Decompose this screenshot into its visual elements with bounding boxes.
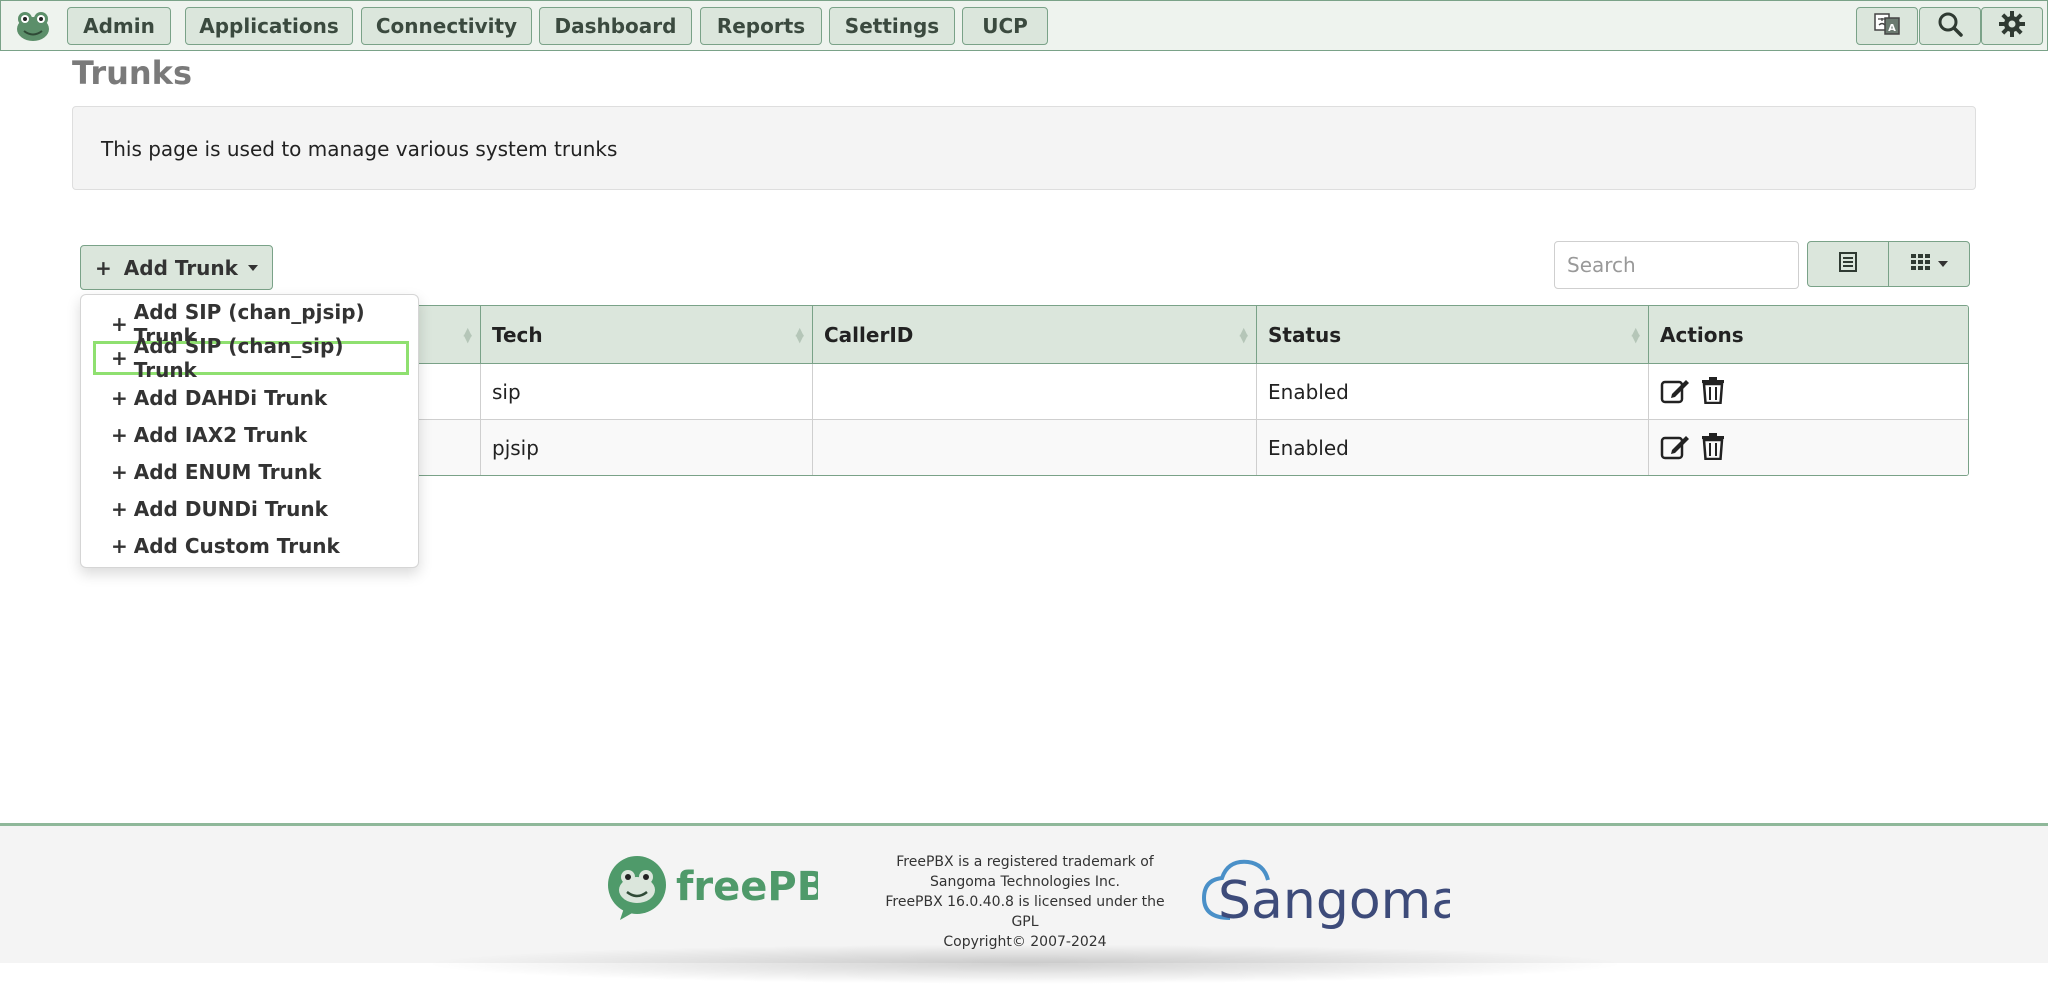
plus-icon: + [95, 255, 112, 280]
cell-callerid [812, 420, 1256, 475]
nav-applications[interactable]: Applications [185, 7, 353, 45]
column-header-actions: Actions [1648, 306, 1968, 364]
menu-item-add-sip-chan-sip[interactable]: + Add SIP (chan_sip) Trunk [93, 334, 409, 382]
cell-status: Enabled [1256, 364, 1648, 420]
list-view-button[interactable] [1808, 242, 1888, 286]
info-panel: This page is used to manage various syst… [72, 106, 1976, 190]
menu-item-label: Add DAHDi Trunk [133, 386, 328, 410]
footer-line: GPL [1011, 914, 1039, 930]
top-navbar: Admin Applications Connectivity Dashboar… [0, 0, 2048, 51]
svg-text:A: A [1888, 23, 1896, 34]
sort-icon: ▲ ▼ [463, 325, 472, 345]
menu-item-add-custom[interactable]: + Add Custom Trunk [81, 529, 418, 563]
edit-icon[interactable] [1660, 376, 1690, 409]
footer-line: FreePBX is a registered trademark of [896, 854, 1154, 870]
menu-item-label: Add Custom Trunk [133, 534, 340, 558]
add-trunk-button[interactable]: + Add Trunk [80, 245, 273, 290]
grid-icon [1910, 252, 1932, 276]
menu-item-label: Add DUNDi Trunk [133, 497, 328, 521]
plus-icon: + [111, 497, 128, 521]
page-footer: freePBX FreePBX is a registered trademar… [0, 823, 2048, 984]
language-button[interactable]: A [1856, 7, 1918, 45]
plus-icon: + [111, 386, 128, 410]
view-toggle-group [1807, 241, 1970, 287]
cell-status: Enabled [1256, 420, 1648, 475]
menu-item-add-dundi[interactable]: + Add DUNDi Trunk [81, 492, 418, 526]
sort-icon: ▲ ▼ [795, 325, 804, 345]
page-title: Trunks [72, 54, 192, 92]
column-label: Actions [1660, 323, 1744, 347]
nav-admin[interactable]: Admin [67, 7, 171, 45]
menu-item-label: Add IAX2 Trunk [133, 423, 308, 447]
menu-item-add-dahdi[interactable]: + Add DAHDi Trunk [81, 381, 418, 415]
menu-item-add-enum[interactable]: + Add ENUM Trunk [81, 455, 418, 489]
plus-icon: + [111, 460, 128, 484]
sangoma-logo[interactable]: Sangoma [1200, 854, 1463, 938]
list-icon [1837, 251, 1859, 277]
add-trunk-dropdown: + Add SIP (chan_pjsip) Trunk + Add SIP (ch… [80, 294, 419, 568]
search-input[interactable] [1554, 241, 1799, 289]
column-header-tech[interactable]: Tech ▲ ▼ [480, 306, 812, 364]
freepbx-frog-icon[interactable] [13, 7, 53, 45]
search-icon [1937, 11, 1963, 41]
footer-line: Sangoma Technologies Inc. [930, 874, 1120, 890]
cell-tech: pjsip [480, 420, 812, 475]
cell-callerid [812, 364, 1256, 420]
caret-down-icon [247, 264, 258, 271]
add-trunk-label: Add Trunk [123, 255, 238, 280]
nav-dashboard[interactable]: Dashboard [539, 7, 692, 45]
sangoma-wordmark: Sangoma [1218, 871, 1450, 931]
column-label: Tech [492, 323, 543, 347]
sort-icon: ▲ ▼ [1631, 325, 1640, 345]
nav-reports[interactable]: Reports [700, 7, 822, 45]
cell-actions [1648, 420, 1968, 475]
sort-icon: ▲ ▼ [1239, 325, 1248, 345]
cell-actions [1648, 364, 1968, 420]
menu-item-label: Add SIP (chan_sip) Trunk [133, 334, 344, 382]
caret-down-icon [1938, 261, 1948, 267]
nav-connectivity[interactable]: Connectivity [361, 7, 532, 45]
plus-icon: + [111, 312, 128, 336]
freepbx-wordmark: freePBX [676, 864, 818, 910]
column-label: Status [1268, 323, 1342, 347]
search-button[interactable] [1919, 7, 1981, 45]
menu-item-add-iax2[interactable]: + Add IAX2 Trunk [81, 418, 418, 452]
settings-button[interactable] [1981, 7, 2043, 45]
menu-item-label: Add ENUM Trunk [133, 460, 322, 484]
footer-line: Copyright© 2007-2024 [943, 934, 1107, 950]
plus-icon: + [111, 346, 128, 370]
nav-settings[interactable]: Settings [829, 7, 955, 45]
cell-tech: sip [480, 364, 812, 420]
plus-icon: + [111, 534, 128, 558]
gear-icon [1998, 10, 2026, 42]
plus-icon: + [111, 423, 128, 447]
footer-legal: FreePBX is a registered trademark of San… [880, 852, 1170, 952]
trash-icon[interactable] [1700, 376, 1726, 409]
column-header-callerid[interactable]: CallerID ▲ ▼ [812, 306, 1256, 364]
freepbx-logo[interactable]: freePBX [606, 854, 858, 928]
trash-icon[interactable] [1700, 432, 1726, 465]
column-header-status[interactable]: Status ▲ ▼ [1256, 306, 1648, 364]
column-label: CallerID [824, 323, 914, 347]
footer-line: FreePBX 16.0.40.8 is licensed under the [885, 894, 1165, 910]
edit-icon[interactable] [1660, 432, 1690, 465]
page-description: This page is used to manage various syst… [101, 137, 618, 161]
translate-icon: A [1873, 10, 1901, 42]
columns-button[interactable] [1888, 242, 1969, 286]
nav-ucp[interactable]: UCP [962, 7, 1048, 45]
